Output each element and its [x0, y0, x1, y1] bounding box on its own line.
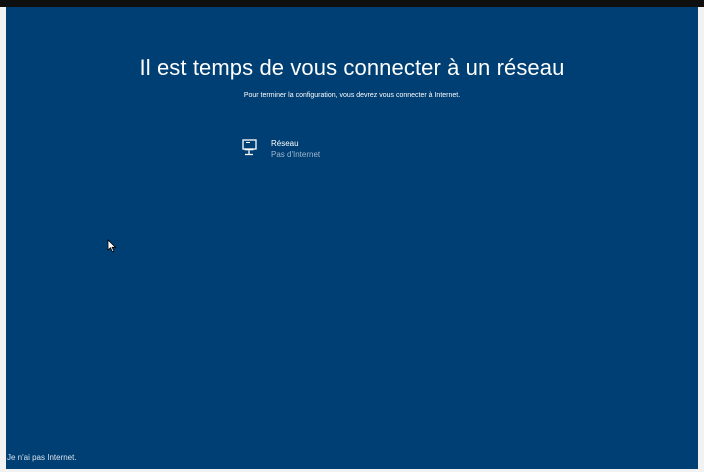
- network-name: Réseau: [271, 139, 299, 148]
- network-pc-icon: [242, 139, 257, 156]
- page-subtitle: Pour terminer la configuration, vous dev…: [243, 92, 461, 99]
- mouse-pointer-icon: [107, 239, 117, 253]
- page-title: Il est temps de vous connecter à un rése…: [139, 55, 565, 80]
- no-internet-link[interactable]: Je n'ai pas Internet.: [7, 453, 77, 462]
- network-list-item[interactable]: Réseau Pas d'Internet: [238, 136, 388, 166]
- screen-capture-frame: Il est temps de vous connecter à un rése…: [0, 0, 704, 472]
- network-status: Pas d'Internet: [271, 150, 321, 159]
- window-top-bar: [0, 0, 704, 7]
- windows-setup-screen: Il est temps de vous connecter à un rése…: [6, 7, 698, 469]
